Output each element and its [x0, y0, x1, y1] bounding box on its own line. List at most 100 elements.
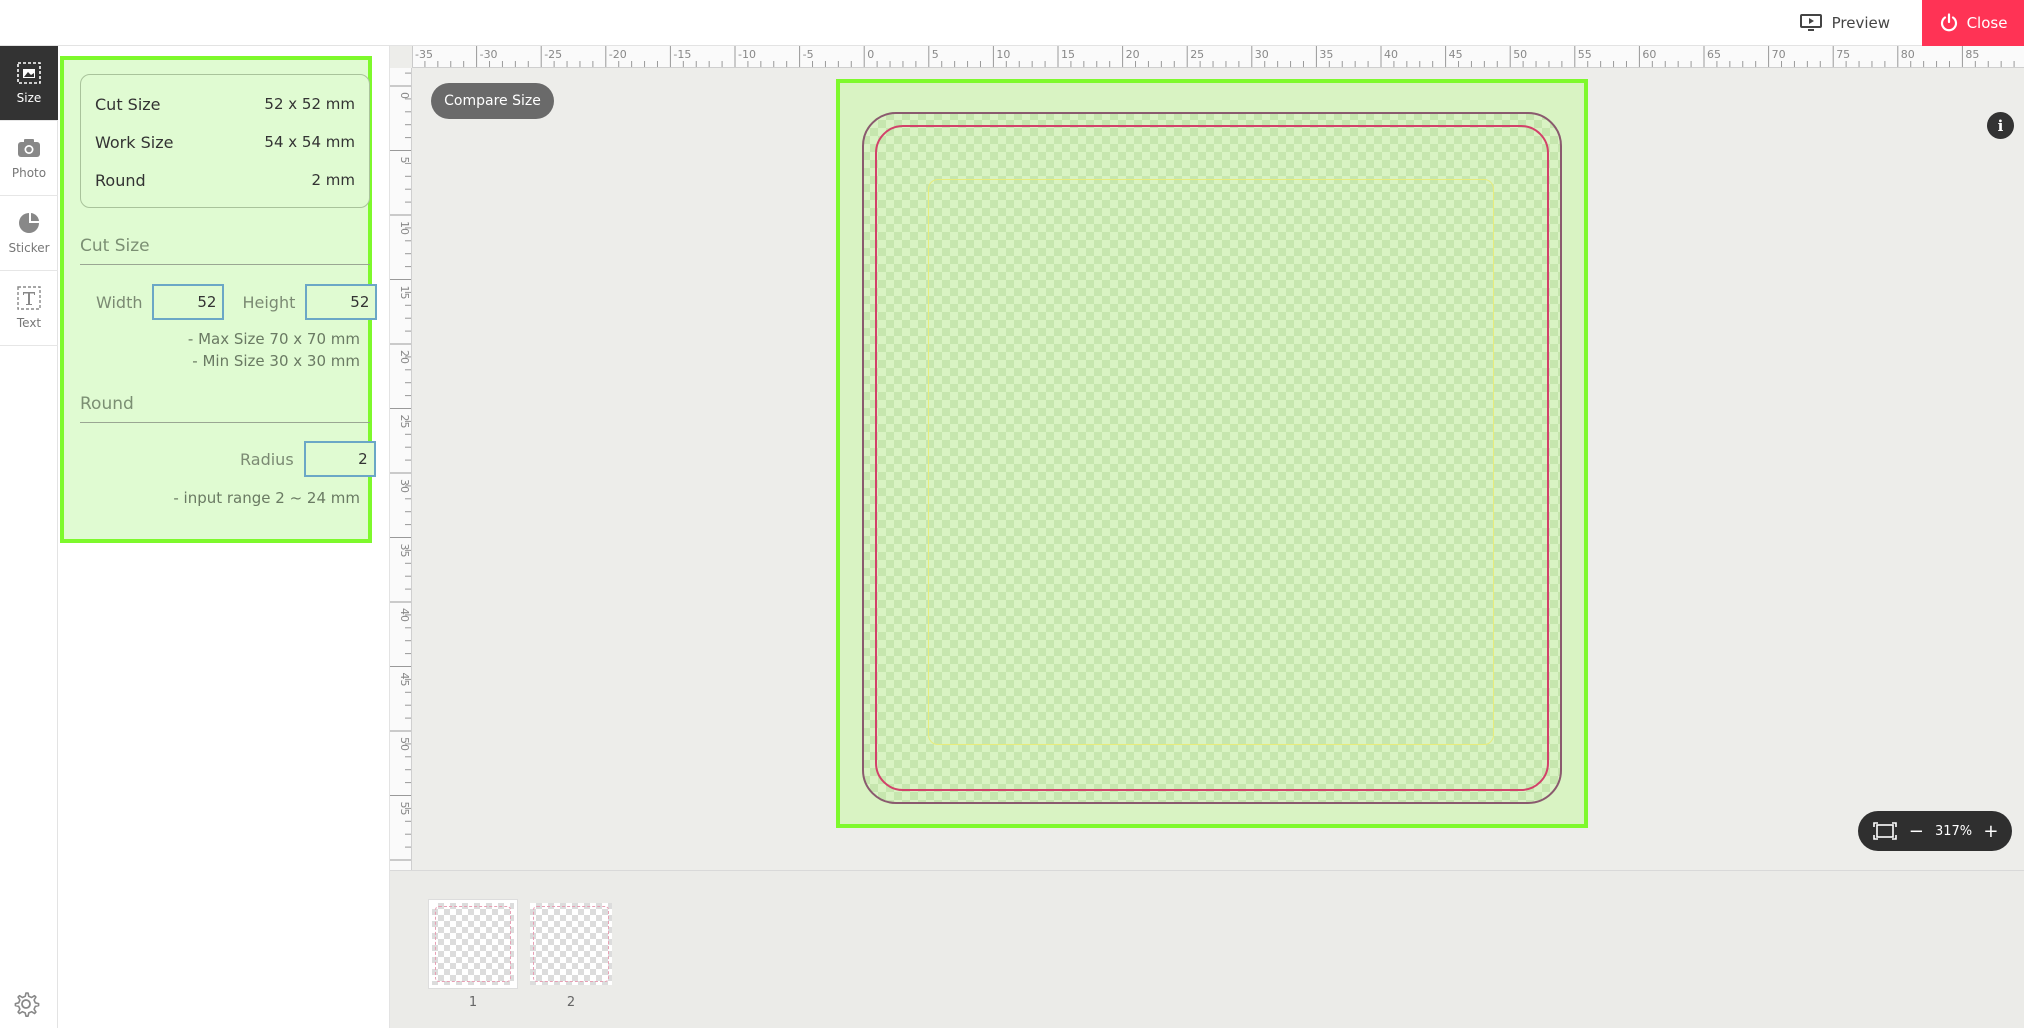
page-thumbnail-strip: 1 2: [390, 870, 2024, 1028]
vertical-ruler: 0 5 10 15 20 25 30 35 40 45 50 55: [390, 68, 412, 870]
size-settings-box: Cut Size 52 x 52 mm Work Size 54 x 54 mm…: [60, 56, 378, 543]
design-canvas[interactable]: [836, 79, 1588, 828]
fit-screen-icon[interactable]: [1872, 821, 1898, 841]
rail-item-text[interactable]: Text: [0, 271, 58, 346]
width-input[interactable]: [152, 284, 225, 320]
ruler-label: -35: [415, 48, 433, 61]
ruler-label: 45: [1449, 48, 1463, 61]
summary-round-value: 2 mm: [311, 171, 355, 189]
ruler-label: 45: [398, 673, 411, 687]
ruler-label: 15: [1061, 48, 1075, 61]
ruler-label: -15: [673, 48, 691, 61]
summary-row-work-size: Work Size 54 x 54 mm: [95, 123, 355, 161]
ruler-label: 55: [1578, 48, 1592, 61]
power-icon: [1940, 13, 1957, 32]
summary-cut-size-label: Cut Size: [95, 94, 161, 114]
ruler-label: 0: [867, 48, 874, 61]
zoom-control: − 317% +: [1858, 811, 2012, 851]
ruler-label: 60: [1642, 48, 1656, 61]
ruler-label: 35: [1319, 48, 1333, 61]
preview-button[interactable]: Preview: [1786, 0, 1904, 46]
preview-label: Preview: [1831, 14, 1890, 32]
radius-field-row: Radius: [240, 441, 376, 477]
max-size-hint: - Max Size 70 x 70 mm: [187, 330, 360, 348]
ruler-label: 15: [398, 286, 411, 300]
page-thumbnail-label: 1: [468, 995, 478, 1010]
width-field-row: Width Height: [96, 284, 378, 320]
radius-range-hint: - input range 2 ~ 24 mm: [173, 489, 360, 507]
ruler-label: 20: [1126, 48, 1140, 61]
height-input[interactable]: [305, 284, 378, 320]
zoom-level: 317%: [1934, 823, 1973, 839]
ruler-label: 5: [398, 157, 411, 164]
summary-work-size-label: Work Size: [95, 132, 174, 152]
canvas-workspace[interactable]: -35 -30 -25 -20 -15 -10 -5 0 5 10 15 20 25 30 35 40 45 50…: [390, 46, 2024, 870]
ruler-label: 50: [1513, 48, 1527, 61]
compare-size-button[interactable]: Compare Size: [431, 83, 554, 119]
size-icon: [17, 62, 41, 84]
rail-item-size[interactable]: Size: [0, 46, 58, 121]
cut-size-section-title: Cut Size: [80, 236, 370, 265]
size-summary-card: Cut Size 52 x 52 mm Work Size 54 x 54 mm…: [80, 74, 370, 208]
rail-item-sticker[interactable]: Sticker: [0, 196, 58, 271]
ruler-label: 70: [1772, 48, 1786, 61]
ruler-label: 10: [996, 48, 1010, 61]
ruler-label: 40: [1384, 48, 1398, 61]
zoom-in-button[interactable]: +: [1983, 821, 1998, 842]
min-size-hint: - Min Size 30 x 30 mm: [192, 352, 360, 370]
ruler-label: 0: [398, 92, 411, 99]
ruler-label: 55: [398, 802, 411, 816]
camera-icon: [18, 139, 40, 157]
ruler-label: -10: [738, 48, 756, 61]
ruler-label: -5: [803, 48, 814, 61]
safe-area-outline: [928, 179, 1494, 745]
ruler-label: 5: [932, 48, 939, 61]
text-icon: [17, 286, 41, 310]
summary-cut-size-value: 52 x 52 mm: [264, 95, 355, 113]
monitor-icon: [1799, 14, 1822, 31]
gear-icon[interactable]: [12, 990, 40, 1018]
zoom-out-button[interactable]: −: [1909, 821, 1924, 842]
height-label: Height: [242, 292, 296, 312]
ruler-label: 85: [1965, 48, 1979, 61]
summary-row-cut-size: Cut Size 52 x 52 mm: [95, 85, 355, 123]
ruler-label: 40: [398, 608, 411, 622]
rail-label-text: Text: [16, 316, 42, 330]
close-label: Close: [1966, 14, 2008, 32]
summary-work-size-value: 54 x 54 mm: [264, 133, 355, 151]
ruler-label: 30: [398, 479, 411, 493]
ruler-label: 25: [398, 415, 411, 429]
ruler-label: 10: [398, 221, 411, 235]
ruler-label: 35: [398, 544, 411, 558]
ruler-label: 50: [398, 737, 411, 751]
radius-input[interactable]: [303, 441, 376, 477]
width-label: Width: [96, 292, 143, 312]
ruler-label: -25: [544, 48, 562, 61]
close-button[interactable]: Close: [1922, 0, 2024, 46]
summary-round-label: Round: [95, 170, 146, 190]
round-section-title: Round: [80, 394, 370, 423]
rail-label-photo: Photo: [11, 166, 47, 180]
ruler-label: 20: [398, 350, 411, 364]
tool-rail: Size Photo Sticker Text: [0, 46, 58, 1028]
ruler-label: 30: [1255, 48, 1269, 61]
ruler-label: -30: [480, 48, 498, 61]
radius-label: Radius: [240, 449, 294, 469]
horizontal-ruler: -35 -30 -25 -20 -15 -10 -5 0 5 10 15 20 25 30 35 40 45 50…: [412, 46, 2024, 68]
size-panel: Cut Size 52 x 52 mm Work Size 54 x 54 mm…: [58, 46, 390, 1028]
ruler-label: -20: [609, 48, 627, 61]
rail-label-sticker: Sticker: [8, 241, 50, 255]
summary-row-round: Round 2 mm: [95, 161, 355, 199]
rail-item-photo[interactable]: Photo: [0, 121, 58, 196]
ruler-label: 75: [1836, 48, 1850, 61]
page-thumbnail-label: 2: [566, 995, 576, 1010]
info-icon[interactable]: i: [1987, 112, 2014, 139]
page-thumbnail[interactable]: [429, 900, 517, 988]
page-thumbnail[interactable]: [530, 903, 612, 985]
ruler-label: 25: [1190, 48, 1204, 61]
ruler-label: 80: [1901, 48, 1915, 61]
sticker-icon: [19, 213, 39, 233]
rail-label-size: Size: [16, 91, 42, 105]
ruler-label: 65: [1707, 48, 1721, 61]
top-bar: Preview Close: [0, 0, 2024, 46]
